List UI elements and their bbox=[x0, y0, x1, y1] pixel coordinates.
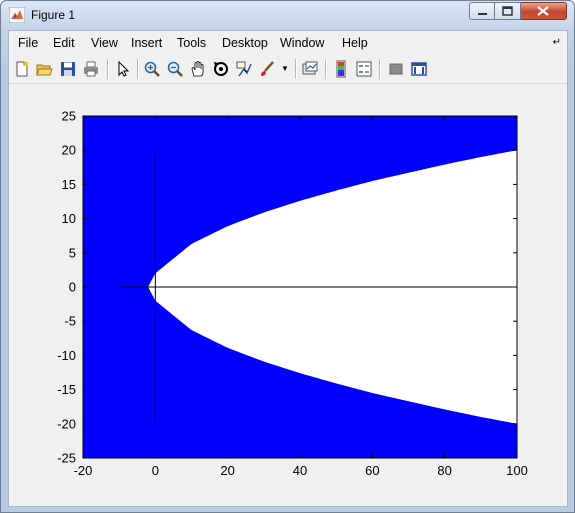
axes[interactable]: -20 0 20 40 60 80 100-25-20-15-10-50510152025 bbox=[9, 84, 567, 506]
menu-edit[interactable]: Edit bbox=[53, 36, 75, 50]
y-tick-label: 20 bbox=[62, 143, 76, 158]
menubar-dock-arrow-icon[interactable]: ↵ bbox=[553, 37, 561, 48]
insert-colorbar-icon[interactable] bbox=[332, 60, 350, 78]
toolbar-separator bbox=[137, 59, 139, 79]
menu-view[interactable]: View bbox=[91, 36, 118, 50]
x-tick-label: 0 bbox=[152, 463, 159, 478]
maximize-button[interactable] bbox=[495, 2, 521, 20]
menu-insert[interactable]: Insert bbox=[131, 36, 162, 50]
figure-client-area: File Edit View Insert Tools Desktop Wind… bbox=[8, 30, 568, 507]
minimize-button[interactable] bbox=[469, 2, 495, 20]
menu-bar: File Edit View Insert Tools Desktop Wind… bbox=[9, 31, 567, 54]
y-tick-label: 0 bbox=[69, 280, 76, 295]
y-tick-label: -10 bbox=[57, 348, 76, 363]
menu-desktop[interactable]: Desktop bbox=[222, 36, 268, 50]
x-tick-label: 60 bbox=[365, 463, 379, 478]
y-tick-label: 25 bbox=[62, 109, 76, 124]
x-tick-label: -20 bbox=[74, 463, 93, 478]
y-tick-label: 10 bbox=[62, 211, 76, 226]
close-button[interactable] bbox=[521, 2, 567, 20]
toolbar-separator bbox=[379, 59, 381, 79]
figure-canvas[interactable]: -20 0 20 40 60 80 100 -25 -20 -15 -10 -5 0 5 10 15 20 25 bbox=[9, 84, 567, 506]
figure-window: Figure 1 File Edit View Insert Tools Des… bbox=[0, 0, 575, 513]
x-tick-label: 20 bbox=[220, 463, 234, 478]
y-tick-label: -5 bbox=[64, 314, 76, 329]
minimize-icon bbox=[478, 13, 487, 15]
toolbar-separator bbox=[325, 59, 327, 79]
print-icon[interactable] bbox=[82, 60, 100, 78]
brush-icon[interactable] bbox=[258, 60, 276, 78]
save-icon[interactable] bbox=[59, 60, 77, 78]
open-file-icon[interactable] bbox=[35, 60, 53, 78]
x-tick-label: 40 bbox=[293, 463, 307, 478]
toolbar-separator bbox=[295, 59, 297, 79]
brush-dropdown-arrow-icon[interactable]: ▼ bbox=[281, 64, 289, 73]
link-plot-icon[interactable] bbox=[301, 60, 319, 78]
window-title: Figure 1 bbox=[31, 8, 76, 22]
figure-toolbar: ▼ bbox=[9, 55, 567, 84]
y-tick-label: 15 bbox=[62, 177, 76, 192]
x-tick-label: 80 bbox=[437, 463, 451, 478]
data-cursor-icon[interactable] bbox=[235, 60, 253, 78]
menu-help[interactable]: Help bbox=[342, 36, 368, 50]
menu-tools[interactable]: Tools bbox=[177, 36, 206, 50]
title-bar[interactable]: Figure 1 bbox=[1, 1, 574, 29]
show-plot-tools-icon[interactable] bbox=[410, 60, 428, 78]
hide-plot-tools-icon[interactable] bbox=[387, 60, 405, 78]
pan-icon[interactable] bbox=[189, 60, 207, 78]
x-tick-label: 100 bbox=[506, 463, 528, 478]
insert-legend-icon[interactable] bbox=[355, 60, 373, 78]
toolbar-separator bbox=[107, 59, 109, 79]
menu-file[interactable]: File bbox=[18, 36, 38, 50]
zoom-out-icon[interactable] bbox=[166, 60, 184, 78]
new-figure-icon[interactable] bbox=[13, 60, 31, 78]
y-tick-label: -20 bbox=[57, 416, 76, 431]
rotate-3d-icon[interactable] bbox=[212, 60, 230, 78]
maximize-icon bbox=[502, 6, 513, 16]
matlab-logo-icon bbox=[9, 7, 25, 23]
y-tick-label: 5 bbox=[69, 245, 76, 260]
menu-window[interactable]: Window bbox=[280, 36, 324, 50]
y-tick-label: -15 bbox=[57, 382, 76, 397]
close-icon bbox=[537, 6, 549, 16]
edit-plot-icon[interactable] bbox=[114, 60, 132, 78]
zoom-in-icon[interactable] bbox=[143, 60, 161, 78]
y-tick-label: -25 bbox=[57, 451, 76, 466]
